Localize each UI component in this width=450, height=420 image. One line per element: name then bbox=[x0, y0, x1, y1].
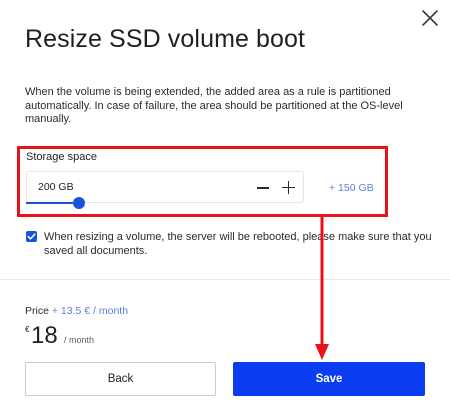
dialog-title: Resize SSD volume boot bbox=[25, 25, 306, 53]
price-label: Price bbox=[25, 305, 49, 317]
divider bbox=[0, 279, 450, 280]
resize-volume-dialog: Resize SSD volume boot When the volume i… bbox=[0, 0, 450, 420]
reboot-notice-text: When resizing a volume, the server will … bbox=[44, 231, 432, 257]
save-button[interactable]: Save bbox=[233, 362, 425, 396]
price-row: Price + 13.5 € / month bbox=[25, 305, 128, 317]
price-currency: € bbox=[25, 325, 30, 334]
price-period: / month bbox=[64, 335, 95, 345]
back-button[interactable]: Back bbox=[25, 362, 216, 396]
reboot-confirm-checkbox[interactable] bbox=[26, 231, 37, 242]
annotation-highlight-box bbox=[17, 146, 388, 217]
close-button[interactable] bbox=[420, 8, 440, 28]
price-delta: + 13.5 € / month bbox=[51, 305, 129, 317]
dialog-description: When the volume is being extended, the a… bbox=[25, 86, 403, 125]
price-amount: 18 bbox=[31, 322, 58, 349]
check-icon bbox=[27, 233, 36, 240]
close-icon bbox=[422, 10, 438, 26]
